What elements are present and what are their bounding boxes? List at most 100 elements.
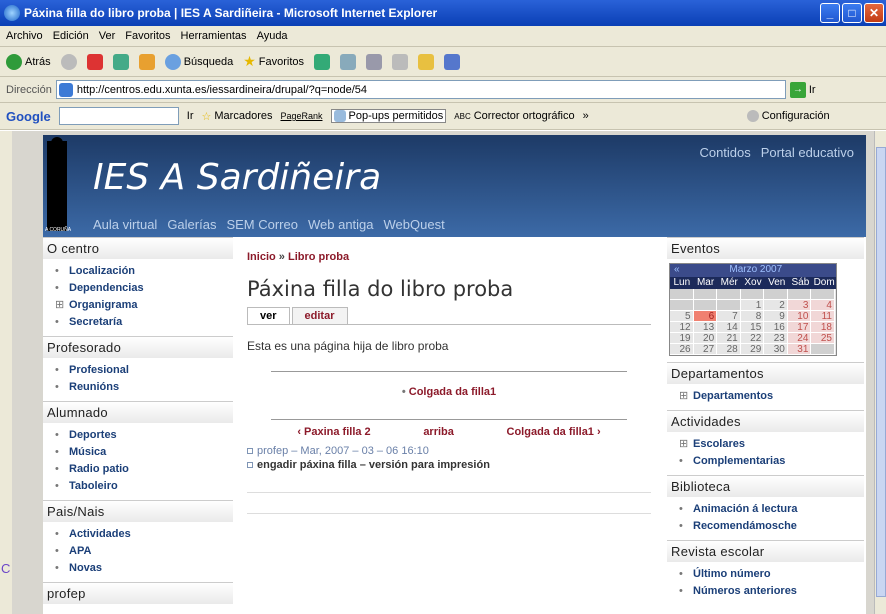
scroll-thumb[interactable] xyxy=(876,147,886,597)
breadcrumb-inicio[interactable]: Inicio xyxy=(247,251,276,263)
calendar-day[interactable]: 6 xyxy=(693,311,718,322)
sidebar-item-recomend-mosche[interactable]: • Recomendámosche xyxy=(679,517,864,534)
refresh-icon[interactable] xyxy=(112,53,129,70)
print-icon[interactable] xyxy=(392,53,409,70)
calendar-day[interactable]: 25 xyxy=(811,333,835,344)
media-icon[interactable] xyxy=(314,53,331,70)
calendar-day[interactable]: 23 xyxy=(764,333,788,344)
sidebar-item-departamentos[interactable]: ⊞ Departamentos xyxy=(679,387,864,404)
google-go-button[interactable]: Ir xyxy=(187,110,194,122)
close-button[interactable]: ✕ xyxy=(864,3,884,23)
calendar-day[interactable]: 11 xyxy=(811,311,835,322)
calendar-day[interactable]: 1 xyxy=(740,300,765,311)
calendar-day[interactable]: 2 xyxy=(764,300,788,311)
sidebar-item-dependencias[interactable]: • Dependencias xyxy=(55,279,233,296)
sidebar-item-musica[interactable]: • Música xyxy=(55,443,233,460)
calendar-day[interactable]: 14 xyxy=(717,322,741,333)
menu-herramientas[interactable]: Herramientas xyxy=(181,30,247,42)
home-icon[interactable] xyxy=(138,53,155,70)
settings-button[interactable]: Configuración xyxy=(746,110,830,122)
sidebar-item-animaci-n-lectura[interactable]: • Animación á lectura xyxy=(679,500,864,517)
calendar-day[interactable]: 9 xyxy=(764,311,788,322)
search-button[interactable]: Búsqueda xyxy=(164,53,233,70)
calendar-day[interactable]: 31 xyxy=(787,344,812,355)
menu-edicion[interactable]: Edición xyxy=(53,30,89,42)
maximize-button[interactable]: □ xyxy=(842,3,862,23)
calendar-day[interactable]: 5 xyxy=(670,311,694,322)
calendar-day[interactable]: 8 xyxy=(740,311,765,322)
calendar-day[interactable]: 7 xyxy=(717,311,741,322)
sidebar-item--ltimo-n-mero[interactable]: • Último número xyxy=(679,565,864,582)
sidebar-item-novas[interactable]: • Novas xyxy=(55,559,233,576)
nav-galerias[interactable]: Galerías xyxy=(167,217,216,232)
pagerank-indicator[interactable]: PageRank xyxy=(280,111,322,121)
menu-favoritos[interactable]: Favoritos xyxy=(125,30,170,42)
folder-icon[interactable] xyxy=(418,53,435,70)
back-button[interactable]: Atrás xyxy=(6,53,51,70)
sidebar-item-reunions[interactable]: • Reunións xyxy=(55,378,233,395)
calendar-day[interactable]: 26 xyxy=(670,344,694,355)
nav-web-antiga[interactable]: Web antiga xyxy=(308,217,374,232)
calendar-day[interactable]: 27 xyxy=(693,344,718,355)
calendar-day[interactable]: 3 xyxy=(787,300,812,311)
tab-editar[interactable]: editar xyxy=(291,307,348,324)
calendar-day[interactable]: 30 xyxy=(764,344,788,355)
calendar-day[interactable]: 10 xyxy=(787,311,812,322)
url-input[interactable]: http://centros.edu.xunta.es/iessardineir… xyxy=(55,80,786,99)
calendar-day[interactable]: 20 xyxy=(693,333,718,344)
nav-webquest[interactable]: WebQuest xyxy=(384,217,445,232)
calendar-day[interactable]: 18 xyxy=(811,322,835,333)
messenger-icon[interactable] xyxy=(444,53,461,70)
sidebar-item-complementarias[interactable]: • Complementarias xyxy=(679,452,864,469)
sidebar-item-taboleiro[interactable]: • Taboleiro xyxy=(55,477,233,494)
child-link[interactable]: Colgada da filla1 xyxy=(409,386,496,398)
prev-link[interactable]: ‹ Paxina filla 2 xyxy=(297,426,370,438)
mail-icon[interactable] xyxy=(366,53,383,70)
menu-archivo[interactable]: Archivo xyxy=(6,30,43,42)
calendar-day[interactable]: 15 xyxy=(740,322,765,333)
calendar-day[interactable]: 19 xyxy=(670,333,694,344)
breadcrumb-libro-proba[interactable]: Libro proba xyxy=(288,251,349,263)
calendar-day[interactable]: 29 xyxy=(740,344,765,355)
calendar-day[interactable]: 21 xyxy=(717,333,741,344)
sidebar-item-profesional[interactable]: • Profesional xyxy=(55,361,233,378)
sidebar-item-escolares[interactable]: ⊞ Escolares xyxy=(679,435,864,452)
google-search-input[interactable] xyxy=(58,107,179,125)
sidebar-item-organigrama[interactable]: ⊞ Organigrama xyxy=(55,296,233,313)
calendar-day[interactable]: 13 xyxy=(693,322,718,333)
up-link[interactable]: arriba xyxy=(423,426,454,438)
calendar-day[interactable]: 4 xyxy=(811,300,835,311)
sidebar-item-n-meros-anteriores[interactable]: • Números anteriores xyxy=(679,582,864,599)
menu-ver[interactable]: Ver xyxy=(99,30,116,42)
sidebar-item-actividades[interactable]: • Actividades xyxy=(55,525,233,542)
sidebar-item-radio-patio[interactable]: • Radio patio xyxy=(55,460,233,477)
calendar-day[interactable]: 17 xyxy=(787,322,812,333)
go-button[interactable]: → Ir xyxy=(789,81,816,98)
calendar-day[interactable]: 28 xyxy=(717,344,741,355)
calendar-day[interactable]: 16 xyxy=(764,322,788,333)
stop-icon[interactable] xyxy=(86,53,103,70)
sidebar-item-localizacion[interactable]: • Localización xyxy=(55,262,233,279)
sidebar-item-secretaria[interactable]: • Secretaría xyxy=(55,313,233,330)
bookmarks-button[interactable]: ☆ Marcadores xyxy=(202,110,273,123)
vertical-scrollbar[interactable] xyxy=(874,131,886,614)
sidebar-item-deportes[interactable]: • Deportes xyxy=(55,426,233,443)
prev-month-button[interactable]: « xyxy=(674,264,680,277)
favorites-button[interactable]: ★ Favoritos xyxy=(243,53,304,70)
more-button[interactable]: » xyxy=(583,110,589,122)
link-contidos[interactable]: Contidos xyxy=(699,145,750,160)
menu-ayuda[interactable]: Ayuda xyxy=(257,30,288,42)
calendar-day[interactable]: 24 xyxy=(787,333,812,344)
google-logo[interactable]: Google xyxy=(6,109,51,124)
history-icon[interactable] xyxy=(340,53,357,70)
nav-sem-correo[interactable]: SEM Correo xyxy=(226,217,298,232)
link-portal-educativo[interactable]: Portal educativo xyxy=(761,145,854,160)
nav-aula-virtual[interactable]: Aula virtual xyxy=(93,217,157,232)
forward-button[interactable] xyxy=(60,53,77,70)
sidebar-item-apa[interactable]: • APA xyxy=(55,542,233,559)
next-link[interactable]: Colgada da filla1 › xyxy=(507,426,601,438)
calendar-day[interactable]: 22 xyxy=(740,333,765,344)
calendar-day[interactable]: 12 xyxy=(670,322,694,333)
spellcheck-button[interactable]: ABC Corrector ortográfico xyxy=(454,110,574,122)
popup-blocker-button[interactable]: Pop-ups permitidos xyxy=(330,109,447,123)
